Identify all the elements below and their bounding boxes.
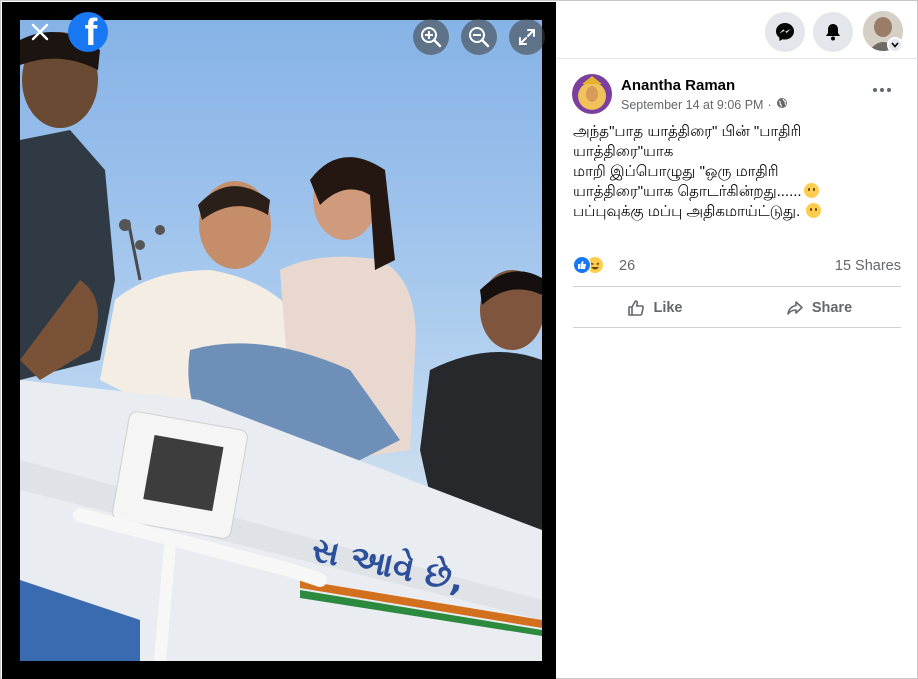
thumbs-up-icon xyxy=(628,300,645,316)
expand-icon[interactable] xyxy=(509,19,545,55)
like-reaction-icon[interactable] xyxy=(573,256,591,274)
meta-separator: · xyxy=(767,97,772,112)
shares-count[interactable]: 15 Shares xyxy=(835,258,901,274)
post-timestamp[interactable]: September 14 at 9:06 PM xyxy=(621,98,763,112)
more-options-icon[interactable] xyxy=(867,80,897,100)
bell-icon[interactable] xyxy=(813,12,853,52)
author-name[interactable]: Anantha Raman xyxy=(621,77,735,94)
zoom-in-icon[interactable] xyxy=(413,19,449,55)
photo-illustration: સ આવે છે, xyxy=(20,32,542,661)
post-text-line: மாறி இப்பொழுது "ஒரு மாதிரி xyxy=(573,163,779,180)
reactions-bar: 26 15 Shares xyxy=(573,255,903,277)
rolling-eyes-emoji-icon xyxy=(806,203,822,218)
share-icon xyxy=(787,301,803,315)
like-button[interactable]: Like xyxy=(573,289,737,327)
reaction-count[interactable]: 26 xyxy=(619,258,635,274)
photo-viewer: સ આવે છે, f xyxy=(2,2,556,679)
divider xyxy=(573,286,901,287)
like-label: Like xyxy=(653,300,683,316)
facebook-logo-icon[interactable]: f xyxy=(68,12,108,52)
post-panel: Anantha Raman September 14 at 9:06 PM · … xyxy=(557,60,918,679)
post-photo[interactable]: સ આવે છે, xyxy=(20,20,542,661)
close-icon[interactable] xyxy=(24,16,56,48)
zoom-out-icon[interactable] xyxy=(461,19,497,55)
divider xyxy=(573,327,901,328)
globe-icon xyxy=(776,97,788,112)
post-text-line: பப்புவுக்கு மப்பு அதிகமாய்ட்டுது. xyxy=(573,203,801,220)
post-text-line: யாத்திரை"யாக xyxy=(573,143,674,160)
share-button[interactable]: Share xyxy=(737,289,901,327)
author-avatar[interactable] xyxy=(572,74,612,114)
facebook-logo-letter: f xyxy=(84,12,98,52)
share-label: Share xyxy=(811,300,853,316)
post-text: அந்த"பாத யாத்திரை" பின் "பாதிரி யாத்திரை… xyxy=(573,122,903,222)
post-actions: Like Share xyxy=(573,289,901,327)
facebook-photo-window: સ આવે છે, f Anantha Raman September 14 a… xyxy=(0,0,918,679)
messenger-icon[interactable] xyxy=(765,12,805,52)
post-text-line: அந்த"பாத யாத்திரை" பின் "பாதிரி xyxy=(573,123,802,140)
chevron-down-icon[interactable] xyxy=(887,37,903,53)
post-meta: September 14 at 9:06 PM · xyxy=(621,97,788,112)
thinking-emoji-icon xyxy=(803,183,819,198)
post-text-line: யாத்திரை"யாக தொடர்கின்றது...... xyxy=(573,183,802,200)
top-bar xyxy=(557,2,918,59)
